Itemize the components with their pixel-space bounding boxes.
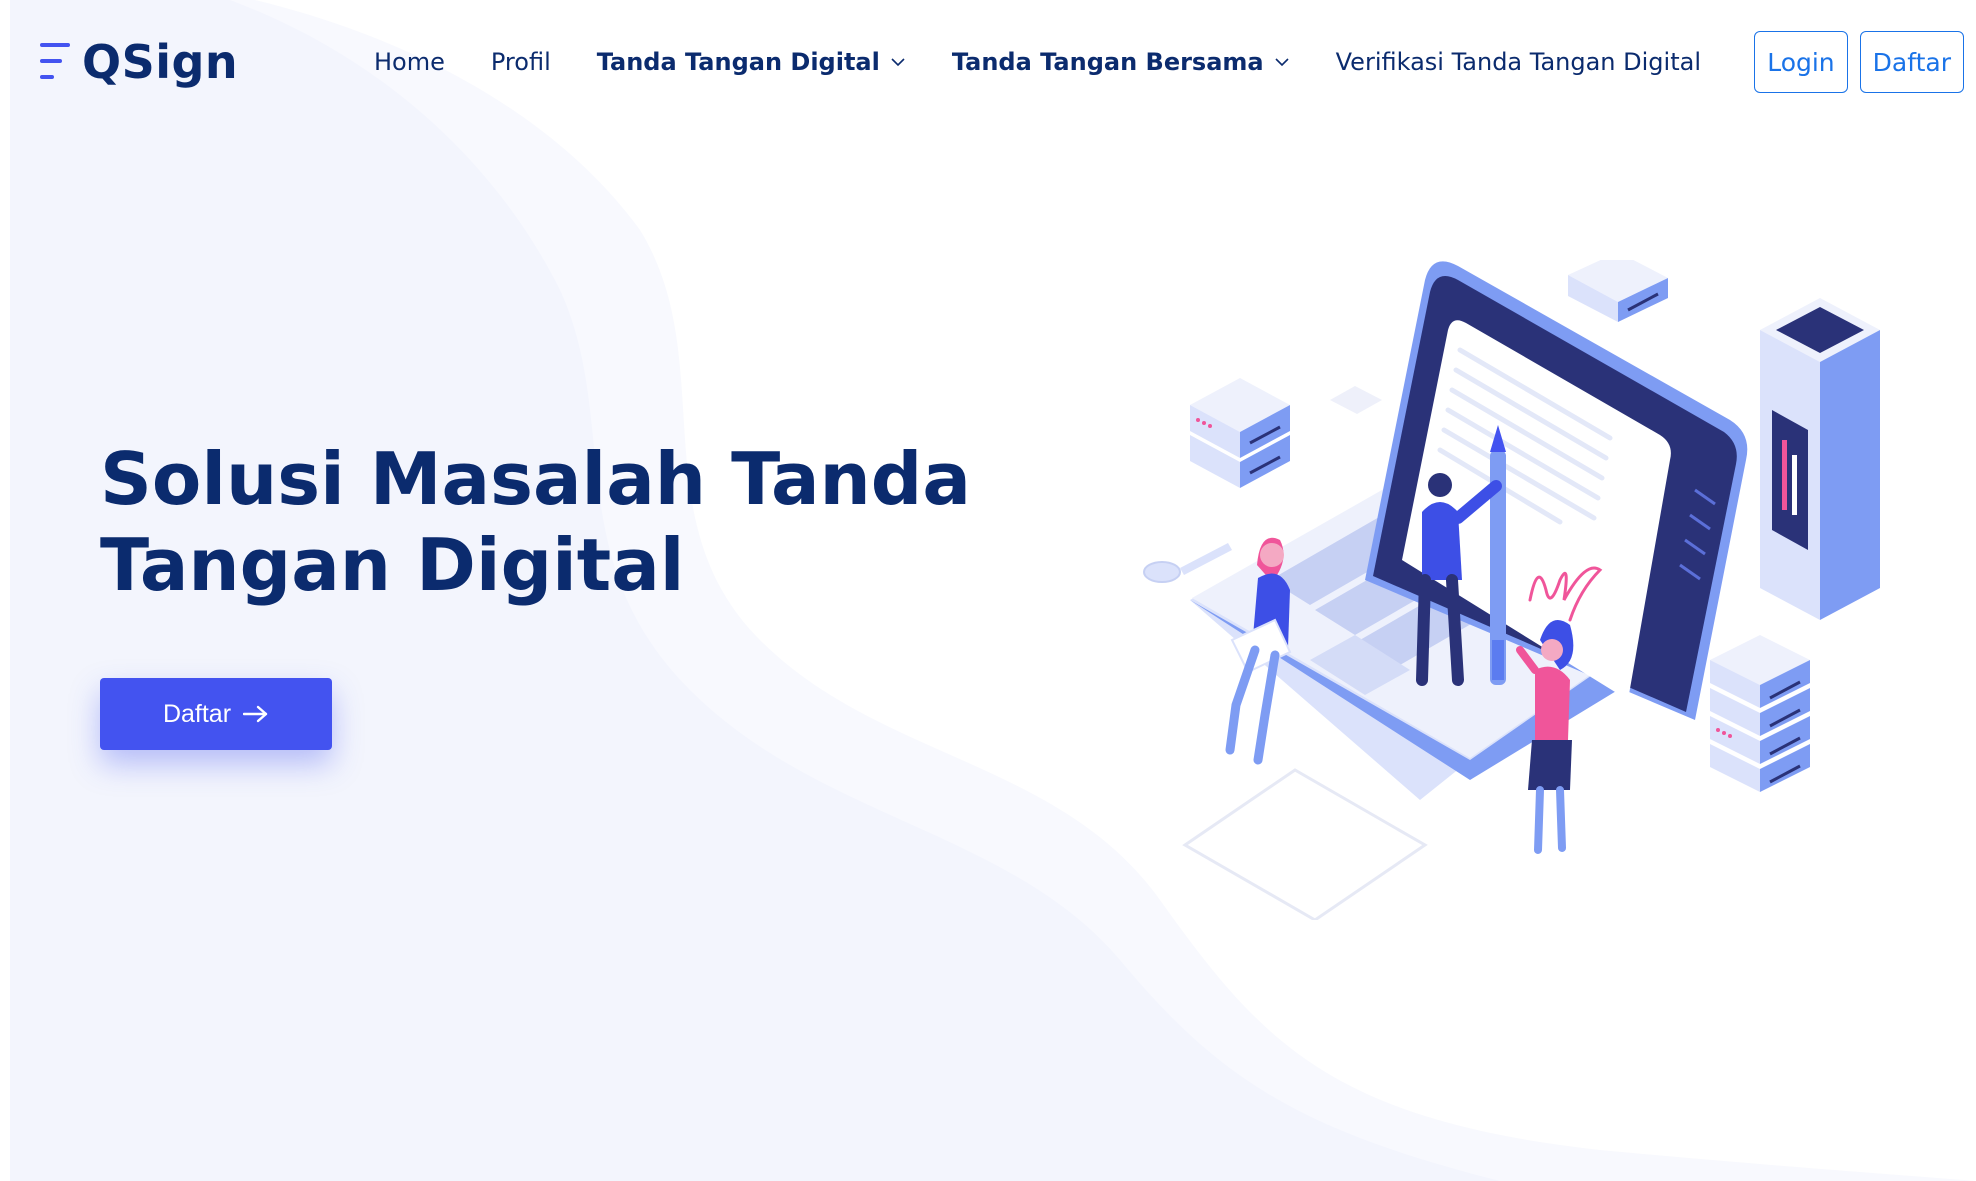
brand-name: QSign xyxy=(82,35,239,89)
hero-title-line-1: Solusi Masalah Tanda xyxy=(100,437,971,521)
landing-page: QSign Home Profil Tanda Tangan Digital T… xyxy=(0,0,1976,1181)
nav-item-tanda-tangan-bersama[interactable]: Tanda Tangan Bersama xyxy=(952,48,1290,76)
nav-item-profil[interactable]: Profil xyxy=(491,48,551,76)
chevron-down-icon xyxy=(891,58,905,67)
left-edge-strip xyxy=(0,0,10,1181)
nav-item-home[interactable]: Home xyxy=(374,48,445,76)
server-tower xyxy=(1760,298,1880,620)
nav-item-label: Tanda Tangan Bersama xyxy=(951,48,1264,76)
main-nav: Home Profil Tanda Tangan Digital Tanda T… xyxy=(374,42,1701,82)
arrow-right-icon xyxy=(243,705,268,723)
hero-title-line-2: Tangan Digital xyxy=(100,523,685,607)
auth-buttons: Login Daftar xyxy=(1742,31,1964,93)
navbar: QSign Home Profil Tanda Tangan Digital T… xyxy=(0,0,1976,124)
chevron-down-icon xyxy=(1275,58,1289,67)
nav-item-label: Home xyxy=(374,48,445,76)
register-button[interactable]: Daftar xyxy=(1859,31,1964,93)
nav-item-label: Profil xyxy=(490,48,551,76)
cta-label: Daftar xyxy=(162,699,232,728)
server-stack-left xyxy=(1190,378,1290,488)
menu-lines-icon xyxy=(40,43,70,79)
brand-logo[interactable]: QSign xyxy=(38,34,238,90)
nav-item-verifikasi[interactable]: Verifikasi Tanda Tangan Digital xyxy=(1336,48,1701,76)
key-icon xyxy=(1143,543,1232,583)
cta-register-button[interactable]: Daftar xyxy=(100,678,332,750)
hero-illustration xyxy=(1143,260,1880,920)
server-top xyxy=(1568,260,1668,322)
server-stack-right xyxy=(1710,635,1810,792)
nav-item-label: Verifikasi Tanda Tangan Digital xyxy=(1335,48,1701,76)
pen-icon xyxy=(1490,425,1506,685)
floor-tile-outline xyxy=(1182,768,1428,920)
hero-title: Solusi Masalah Tanda Tangan Digital xyxy=(100,436,971,608)
nav-item-tanda-tangan-digital[interactable]: Tanda Tangan Digital xyxy=(597,48,906,76)
nav-item-label: Tanda Tangan Digital xyxy=(596,48,880,76)
login-button[interactable]: Login xyxy=(1754,31,1848,93)
